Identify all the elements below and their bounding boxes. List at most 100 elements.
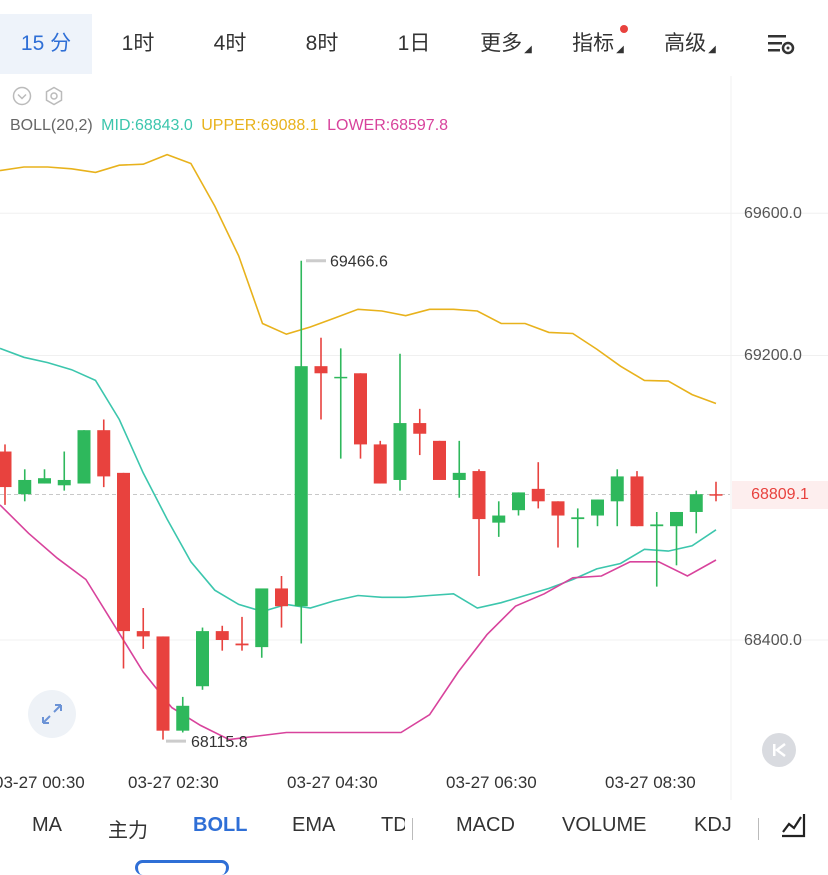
candle: [18, 469, 32, 502]
candle: [373, 440, 387, 484]
candle: [531, 462, 545, 509]
scroll-to-latest-button[interactable]: [762, 733, 796, 767]
candle: [492, 501, 506, 537]
tab-td[interactable]: TD: [381, 814, 405, 837]
boll-upper-value: UPPER:69088.1: [201, 117, 319, 134]
price-axis-label: 69200.0: [744, 347, 802, 364]
candle-body: [591, 499, 604, 516]
current-price-value: 68809.1: [751, 486, 809, 503]
candle: [235, 616, 249, 651]
price-axis-label: 69600.0: [744, 205, 802, 222]
candle: [630, 471, 644, 527]
candle: [97, 419, 111, 488]
candle: [452, 440, 466, 498]
collapse-indicator-icon[interactable]: [12, 86, 32, 106]
candle: [196, 627, 209, 690]
candle-body: [235, 643, 249, 646]
candle-body: [492, 515, 506, 523]
boll-legend-name: BOLL(20,2): [10, 117, 93, 134]
candle-body: [551, 501, 565, 516]
candle-body: [472, 471, 486, 520]
candle: [413, 408, 427, 456]
candle: [294, 260, 308, 644]
candle-body: [571, 517, 585, 520]
candle: [176, 696, 190, 733]
candle-body: [334, 376, 348, 379]
chart-grid: [0, 76, 828, 800]
candle: [709, 481, 723, 502]
candle-body: [97, 430, 111, 477]
fullscreen-button[interactable]: [28, 690, 76, 738]
candle-body: [670, 511, 683, 527]
candle: [689, 490, 703, 534]
candle: [334, 348, 348, 459]
candle-body: [452, 472, 466, 480]
candle: [215, 625, 229, 651]
price-axis-label: 68400.0: [744, 632, 802, 649]
time-axis-label: 03-27 02:30: [128, 773, 219, 792]
tab-macd[interactable]: MACD: [456, 814, 515, 837]
tab-ma[interactable]: MA: [32, 814, 62, 837]
boll-lower-value: LOWER:68597.8: [327, 117, 449, 134]
candle: [275, 575, 288, 628]
candle: [136, 607, 150, 649]
candle: [156, 636, 170, 740]
high-price-label: 69466.6: [330, 254, 388, 271]
candle-body: [0, 451, 12, 488]
candle: [77, 430, 91, 484]
expand-icon: [42, 704, 62, 724]
candle-body: [709, 494, 723, 496]
candle-body: [156, 636, 170, 731]
candle: [610, 469, 624, 527]
candle-body: [38, 478, 51, 484]
candle-body: [18, 479, 32, 495]
candle-body: [136, 631, 150, 637]
indicator-settings-icon[interactable]: [44, 86, 64, 106]
candle: [571, 508, 585, 548]
candle-body: [373, 444, 387, 484]
candle-body: [531, 488, 545, 502]
candle-body: [610, 476, 624, 502]
candle: [117, 472, 130, 669]
candle-body: [57, 479, 71, 486]
candle: [255, 588, 269, 658]
candle-body: [255, 588, 269, 648]
candle: [591, 499, 604, 527]
candle-body: [413, 423, 427, 434]
candle-body: [215, 631, 229, 640]
candle-body: [393, 423, 407, 480]
candle-body: [512, 492, 525, 511]
tab-kdj[interactable]: KDJ: [694, 814, 732, 837]
candle-body: [433, 440, 446, 480]
candle-body: [689, 494, 703, 512]
boll-mid-value: MID:68843.0: [101, 117, 193, 134]
boll-legend: BOLL(20,2) MID:68843.0 UPPER:69088.1 LOW…: [10, 117, 452, 135]
candle: [433, 440, 446, 480]
tab-ema[interactable]: EMA: [292, 814, 335, 837]
tab-boll[interactable]: BOLL: [193, 814, 247, 837]
candle-body: [294, 366, 308, 607]
tab-volume[interactable]: VOLUME: [562, 814, 646, 837]
tab-main-force[interactable]: 主力: [108, 814, 148, 843]
drawing-tool-icon[interactable]: [780, 812, 806, 838]
indicator-tab-bar: MA 主力 BOLL EMA TD MACD VOLUME KDJ: [0, 800, 828, 867]
candle-series: [0, 260, 723, 740]
candle: [551, 501, 565, 548]
candle-body: [117, 472, 130, 632]
candle: [393, 353, 407, 491]
candle-body: [314, 366, 328, 374]
candle: [472, 469, 486, 576]
time-axis-label: 03-27 08:30: [605, 773, 696, 792]
candle-body: [630, 476, 644, 527]
candle: [314, 337, 328, 420]
tab-separator: [412, 818, 413, 840]
time-axis-label: 03-27 04:30: [287, 773, 378, 792]
current-price-tag: 68809.1: [732, 481, 828, 509]
candle-body: [176, 705, 190, 731]
candle-body: [196, 631, 209, 687]
candle: [670, 511, 683, 566]
candle: [354, 373, 367, 459]
tab-separator: [758, 818, 759, 840]
candle-body: [650, 524, 664, 527]
candle-body: [354, 373, 367, 445]
